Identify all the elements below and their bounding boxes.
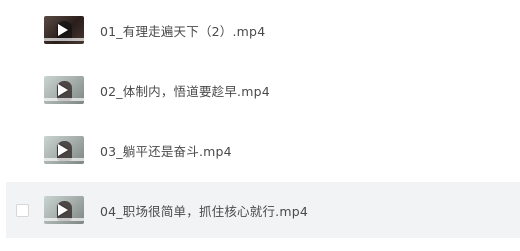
video-thumbnail[interactable] [44,136,84,164]
video-thumbnail[interactable] [44,16,84,44]
thumbnail-caption [44,98,84,101]
file-row-02[interactable]: 02_体制内，悟道要趁早.mp4 [6,62,520,118]
video-thumbnail[interactable] [44,76,84,104]
play-icon [58,144,68,156]
thumbnail-caption [44,38,84,41]
thumbnail-caption [44,158,84,161]
file-name: 03_躺平还是奋斗.mp4 [100,143,232,159]
play-icon [58,84,68,96]
file-list: 01_有理走遍天下（2）.mp4 02_体制内，悟道要趁早.mp4 03_躺平还… [0,0,520,251]
file-row-03[interactable]: 03_躺平还是奋斗.mp4 [6,122,520,178]
play-icon [58,24,68,36]
thumbnail-caption [44,218,84,221]
file-name: 04_职场很简单，抓住核心就行.mp4 [100,203,308,219]
video-thumbnail[interactable] [44,196,84,224]
file-row-01[interactable]: 01_有理走遍天下（2）.mp4 [6,2,520,58]
file-name: 02_体制内，悟道要趁早.mp4 [100,83,270,99]
play-icon [58,204,68,216]
file-row-04[interactable]: 04_职场很简单，抓住核心就行.mp4 [6,182,520,238]
checkbox-icon[interactable] [16,203,29,217]
file-name: 01_有理走遍天下（2）.mp4 [100,23,266,39]
